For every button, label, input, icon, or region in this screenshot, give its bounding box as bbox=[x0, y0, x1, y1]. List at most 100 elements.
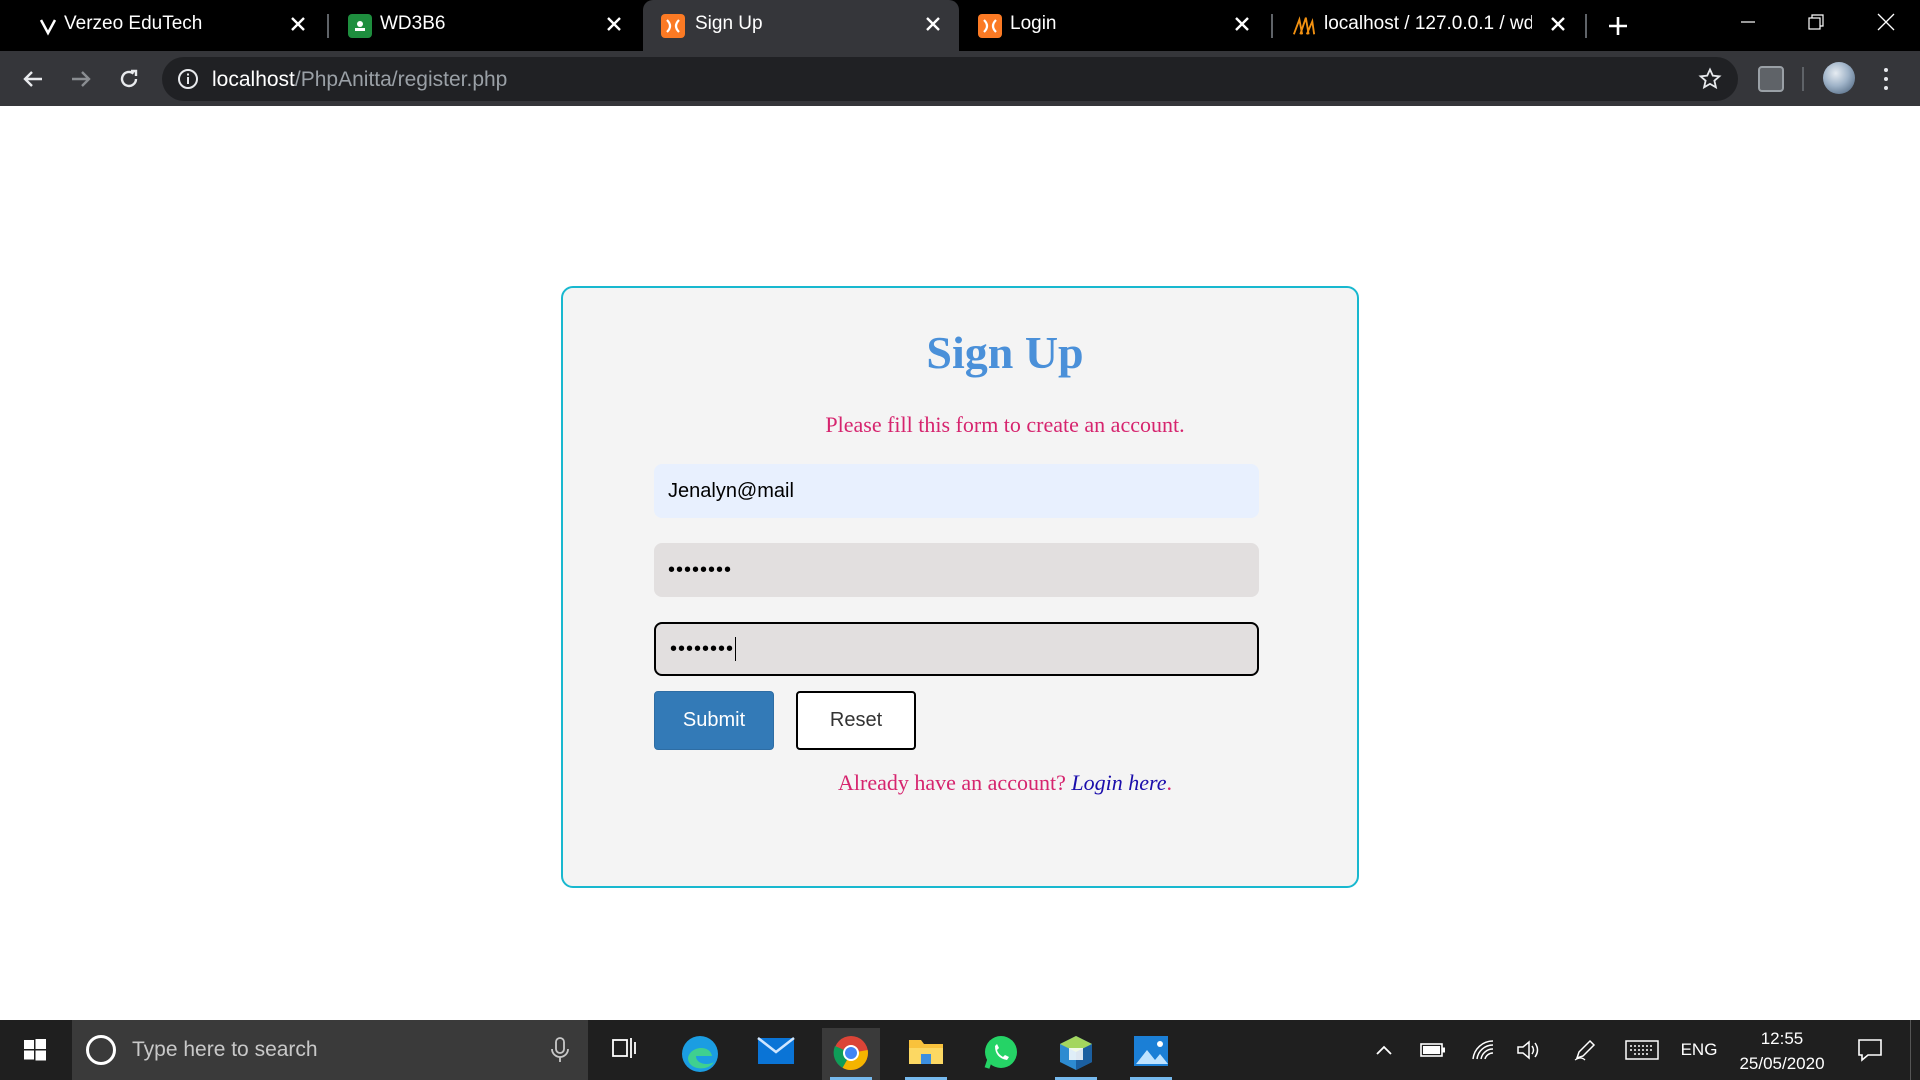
new-tab-button[interactable] bbox=[1604, 12, 1632, 40]
toolbar-divider bbox=[1802, 67, 1804, 91]
mail-icon bbox=[757, 1037, 795, 1064]
plus-icon bbox=[1609, 17, 1627, 35]
close-window-button[interactable] bbox=[1866, 4, 1906, 40]
google-classroom-favicon-icon bbox=[348, 14, 372, 38]
network-status[interactable] bbox=[1466, 1036, 1500, 1064]
close-icon bbox=[1877, 13, 1895, 31]
reload-button[interactable] bbox=[114, 64, 144, 94]
login-prompt-text: Already have an account? bbox=[838, 770, 1066, 795]
windows-taskbar: Type here to search ENG 12:55 25/05/2020 bbox=[0, 1020, 1920, 1080]
tab-title: WD3B6 bbox=[380, 13, 446, 34]
tab-divider bbox=[1271, 14, 1273, 38]
microphone-icon[interactable] bbox=[549, 1037, 571, 1063]
photos-taskbar-button[interactable] bbox=[1122, 1028, 1180, 1080]
confirm-password-field[interactable]: •••••••• bbox=[654, 622, 1259, 676]
chrome-menu-button[interactable] bbox=[1876, 66, 1896, 92]
login-link[interactable]: Login here bbox=[1071, 770, 1166, 795]
arrow-right-icon bbox=[72, 71, 91, 87]
whatsapp-taskbar-button[interactable] bbox=[972, 1028, 1030, 1080]
chrome-taskbar-button[interactable] bbox=[822, 1028, 880, 1080]
info-icon[interactable] bbox=[176, 67, 200, 91]
login-prompt-suffix: . bbox=[1166, 770, 1172, 795]
tab-title: localhost / 127.0.0.1 / wd3b bbox=[1324, 13, 1532, 34]
netbeans-taskbar-button[interactable] bbox=[1047, 1028, 1105, 1080]
browser-tab-strip: Verzeo EduTech WD3B6 Sign Up Login local… bbox=[0, 0, 1920, 51]
edge-icon bbox=[682, 1036, 718, 1072]
password-field[interactable]: •••••••• bbox=[654, 543, 1259, 597]
restore-icon bbox=[1808, 14, 1824, 30]
back-button[interactable] bbox=[18, 64, 48, 94]
windows-logo-icon bbox=[24, 1039, 46, 1061]
bookmark-star-icon[interactable] bbox=[1698, 67, 1722, 91]
tab-phpmyadmin[interactable]: localhost / 127.0.0.1 / wd3b bbox=[1274, 0, 1584, 51]
netbeans-cube-icon bbox=[1060, 1036, 1092, 1070]
keyboard-icon bbox=[1625, 1040, 1659, 1060]
speaker-icon bbox=[1517, 1040, 1539, 1060]
show-hidden-icons-button[interactable] bbox=[1370, 1036, 1398, 1064]
reset-button[interactable]: Reset bbox=[796, 691, 916, 750]
tab-sign-up[interactable]: Sign Up bbox=[643, 0, 959, 51]
edge-taskbar-button[interactable] bbox=[671, 1028, 729, 1080]
battery-status[interactable] bbox=[1416, 1036, 1450, 1064]
xampp-favicon-icon bbox=[978, 14, 1002, 38]
close-tab-icon[interactable] bbox=[921, 12, 945, 36]
extension-icon[interactable] bbox=[1758, 66, 1784, 92]
taskbar-clock[interactable]: 12:55 25/05/2020 bbox=[1730, 1026, 1834, 1076]
cortana-icon bbox=[86, 1035, 116, 1065]
close-tab-icon[interactable] bbox=[286, 12, 310, 36]
search-placeholder: Type here to search bbox=[132, 1038, 318, 1061]
tab-login[interactable]: Login bbox=[960, 0, 1268, 51]
tab-verzeo-edutech[interactable]: Verzeo EduTech bbox=[18, 0, 324, 51]
restore-button[interactable] bbox=[1796, 4, 1836, 40]
login-prompt: Already have an account? Login here. bbox=[563, 770, 1357, 796]
task-view-icon bbox=[612, 1038, 636, 1058]
url-path: /PhpAnitta/register.php bbox=[294, 68, 508, 91]
show-desktop-button[interactable] bbox=[1910, 1020, 1920, 1080]
volume-control[interactable] bbox=[1512, 1036, 1546, 1064]
tab-wd3b6[interactable]: WD3B6 bbox=[330, 0, 640, 51]
reload-icon bbox=[120, 69, 138, 88]
url-text: localhost/PhpAnitta/register.php bbox=[212, 68, 507, 92]
start-button[interactable] bbox=[0, 1020, 70, 1080]
photos-icon bbox=[1134, 1036, 1168, 1066]
profile-avatar[interactable] bbox=[1823, 62, 1855, 94]
file-explorer-taskbar-button[interactable] bbox=[897, 1028, 955, 1080]
input-language[interactable]: ENG bbox=[1676, 1036, 1722, 1064]
touch-keyboard-button[interactable] bbox=[1622, 1036, 1662, 1064]
action-center-button[interactable] bbox=[1852, 1036, 1888, 1064]
minimize-button[interactable] bbox=[1728, 4, 1768, 40]
browser-toolbar: localhost/PhpAnitta/register.php bbox=[0, 51, 1920, 106]
clock-time: 12:55 bbox=[1760, 1029, 1804, 1048]
close-tab-icon[interactable] bbox=[1546, 12, 1570, 36]
page-title: Sign Up bbox=[926, 327, 1084, 378]
close-tab-icon[interactable] bbox=[1230, 12, 1254, 36]
signup-card: Sign Up Please fill this form to create … bbox=[561, 286, 1359, 888]
form-subtitle: Please fill this form to create an accou… bbox=[825, 412, 1185, 437]
email-field[interactable]: Jenalyn@mail bbox=[654, 464, 1259, 518]
chevron-up-icon bbox=[1376, 1045, 1392, 1055]
forward-button[interactable] bbox=[66, 64, 96, 94]
address-bar[interactable]: localhost/PhpAnitta/register.php bbox=[162, 57, 1738, 101]
url-host: localhost bbox=[212, 68, 295, 91]
clock-date: 25/05/2020 bbox=[1739, 1054, 1825, 1073]
folder-icon bbox=[909, 1040, 943, 1064]
confirm-password-value: •••••••• bbox=[670, 637, 735, 660]
tab-divider bbox=[1585, 14, 1587, 38]
whatsapp-icon bbox=[984, 1036, 1017, 1069]
tab-divider bbox=[327, 14, 329, 38]
phpmyadmin-favicon-icon bbox=[1292, 14, 1316, 38]
minimize-icon bbox=[1741, 21, 1755, 23]
arrow-left-icon bbox=[23, 71, 42, 87]
pen-workspace-button[interactable] bbox=[1568, 1036, 1602, 1064]
pen-icon bbox=[1574, 1039, 1596, 1061]
text-caret bbox=[735, 637, 737, 661]
taskbar-search-box[interactable]: Type here to search bbox=[72, 1020, 588, 1080]
tab-title: Login bbox=[1010, 13, 1057, 34]
tab-title: Sign Up bbox=[695, 13, 763, 34]
close-tab-icon[interactable] bbox=[602, 12, 626, 36]
wifi-icon bbox=[1472, 1040, 1494, 1060]
submit-button[interactable]: Submit bbox=[654, 691, 774, 750]
mail-taskbar-button[interactable] bbox=[747, 1028, 805, 1080]
task-view-button[interactable] bbox=[594, 1028, 652, 1080]
chrome-icon bbox=[833, 1036, 868, 1070]
